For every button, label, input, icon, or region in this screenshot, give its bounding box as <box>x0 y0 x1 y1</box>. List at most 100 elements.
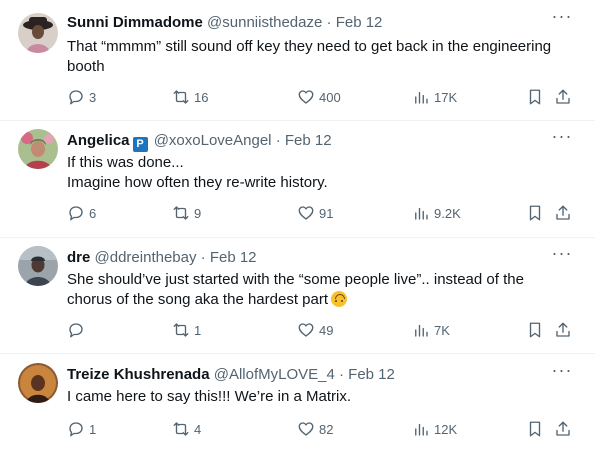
share-button[interactable] <box>554 419 572 439</box>
tweet-header: Angelica P @xoxoLoveAngel · Feb 12 <box>67 132 555 152</box>
tweet-text-line: I came here to say this!!! We’re in a Ma… <box>67 388 351 405</box>
separator-dot: · <box>200 249 206 266</box>
reply-count: 3 <box>89 89 97 105</box>
like-button[interactable]: 49 <box>297 320 333 340</box>
reply-button[interactable] <box>67 320 89 340</box>
action-bar: 1 49 7K <box>67 320 577 340</box>
more-icon[interactable]: ··· <box>549 127 575 148</box>
views-button[interactable]: 17K <box>412 87 457 107</box>
like-count: 49 <box>319 322 334 338</box>
more-icon[interactable]: ··· <box>549 361 575 382</box>
action-bar: 3 16 400 17K <box>67 87 577 107</box>
retweet-icon <box>173 323 189 337</box>
tweet-date[interactable]: Feb 12 <box>336 14 383 31</box>
avatar[interactable] <box>18 363 58 403</box>
more-icon[interactable]: ··· <box>549 244 575 265</box>
tweet-text-line: booth <box>67 58 105 75</box>
retweet-count: 9 <box>194 205 202 221</box>
tweet-text-line: She should’ve just started with the “som… <box>67 271 524 288</box>
like-button[interactable]: 400 <box>297 87 341 107</box>
action-bar: 1 4 82 12K <box>67 419 577 439</box>
reply-icon <box>69 90 83 105</box>
user-handle[interactable]: @xoxoLoveAngel <box>154 132 272 149</box>
views-count: 12K <box>434 421 458 437</box>
tweet-text-line: That “mmmm” still sound off key they nee… <box>67 38 552 55</box>
share-icon <box>556 205 570 220</box>
retweet-button[interactable]: 1 <box>172 320 201 340</box>
user-handle[interactable]: @sunniisthedaze <box>207 14 322 31</box>
tweet-date[interactable]: Feb 12 <box>348 366 395 383</box>
bookmark-button[interactable] <box>526 203 544 223</box>
reply-icon <box>69 323 83 338</box>
bookmark-button[interactable] <box>526 419 544 439</box>
tweet[interactable]: Angelica P @xoxoLoveAngel · Feb 12 ··· If… <box>0 120 595 238</box>
tweet[interactable]: Treize Khushrenada @AllofMyLOVE_4 · Feb … <box>0 353 595 457</box>
views-count: 9.2K <box>434 205 461 221</box>
reply-button[interactable]: 1 <box>67 419 96 439</box>
reply-button[interactable]: 6 <box>67 203 96 223</box>
views-button[interactable]: 7K <box>412 320 450 340</box>
bookmark-icon <box>529 205 541 221</box>
bookmark-button[interactable] <box>526 87 544 107</box>
avatar[interactable] <box>18 246 58 286</box>
display-name[interactable]: dre <box>67 249 90 266</box>
reply-icon <box>69 422 83 437</box>
upside-down-face-emoji <box>331 291 347 307</box>
tweet-text: That “mmmm” still sound off key they nee… <box>67 37 571 77</box>
views-button[interactable]: 12K <box>412 419 457 439</box>
tweet-date[interactable]: Feb 12 <box>285 132 332 149</box>
display-name[interactable]: Angelica <box>67 132 130 149</box>
heart-icon <box>298 90 314 104</box>
share-button[interactable] <box>554 203 572 223</box>
bookmark-button[interactable] <box>526 320 544 340</box>
tweet-text-line: Imagine how often they re-write history. <box>67 174 328 191</box>
display-name[interactable]: Sunni Dimmadome <box>67 14 203 31</box>
tweet-header: dre @ddreinthebay · Feb 12 <box>67 249 555 267</box>
like-button[interactable]: 82 <box>297 419 333 439</box>
tweet[interactable]: dre @ddreinthebay · Feb 12 ··· She shoul… <box>0 237 595 354</box>
tweet-text: She should’ve just started with the “som… <box>67 270 571 310</box>
separator-dot: · <box>326 14 332 31</box>
like-count: 82 <box>319 421 334 437</box>
views-count: 7K <box>434 322 450 338</box>
verified-badge: P <box>132 137 148 152</box>
views-icon <box>415 91 428 104</box>
share-icon <box>556 421 570 436</box>
share-icon <box>556 89 570 104</box>
views-icon <box>415 207 428 220</box>
tweet[interactable]: Sunni Dimmadome @sunniisthedaze · Feb 12… <box>0 0 595 121</box>
share-button[interactable] <box>554 87 572 107</box>
bookmark-icon <box>529 322 541 338</box>
separator-dot: · <box>339 366 344 383</box>
bookmark-icon <box>529 89 541 105</box>
reply-button[interactable]: 3 <box>67 87 96 107</box>
heart-icon <box>298 422 314 436</box>
user-handle[interactable]: @AllofMyLOVE_4 <box>214 366 335 383</box>
heart-icon <box>298 206 314 220</box>
views-button[interactable]: 9.2K <box>412 203 461 223</box>
reply-count: 1 <box>89 421 97 437</box>
more-icon[interactable]: ··· <box>549 7 575 28</box>
like-count: 91 <box>319 205 334 221</box>
avatar[interactable] <box>18 129 58 169</box>
user-handle[interactable]: @ddreinthebay <box>95 249 197 266</box>
tweet-text-line: chorus of the song aka the hardest part <box>67 290 571 310</box>
retweet-button[interactable]: 16 <box>172 87 208 107</box>
heart-icon <box>298 323 314 337</box>
retweet-button[interactable]: 4 <box>172 419 201 439</box>
avatar[interactable] <box>18 13 58 53</box>
retweet-icon <box>173 206 189 220</box>
reply-icon <box>69 206 83 221</box>
like-button[interactable]: 91 <box>297 203 333 223</box>
retweet-icon <box>173 422 189 436</box>
bookmark-icon <box>529 421 541 437</box>
retweet-button[interactable]: 9 <box>172 203 201 223</box>
display-name[interactable]: Treize Khushrenada <box>67 366 210 383</box>
tweet-text: I came here to say this!!! We’re in a Ma… <box>67 387 571 407</box>
separator-dot: · <box>275 132 281 149</box>
tweet-header: Sunni Dimmadome @sunniisthedaze · Feb 12 <box>67 14 555 32</box>
tweet-date[interactable]: Feb 12 <box>210 249 257 266</box>
share-button[interactable] <box>554 320 572 340</box>
retweet-icon <box>173 90 189 104</box>
action-bar: 6 9 91 9.2K <box>67 203 577 223</box>
